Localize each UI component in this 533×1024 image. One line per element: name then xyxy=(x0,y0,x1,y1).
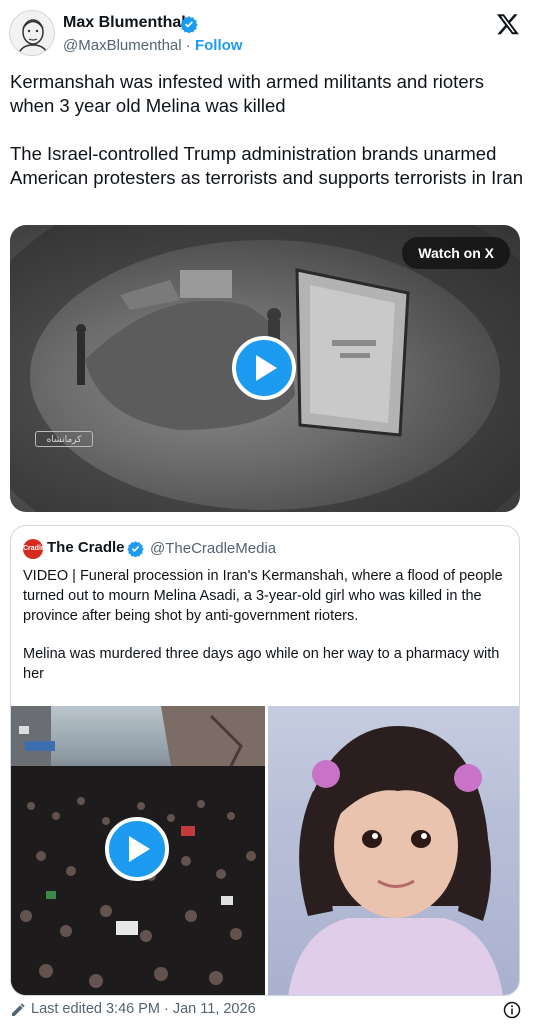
x-logo-icon[interactable] xyxy=(496,12,520,36)
author-name[interactable]: Max Blumenthal xyxy=(63,14,186,32)
pencil-icon xyxy=(12,1003,25,1016)
follow-button[interactable]: Follow xyxy=(195,37,243,54)
handle-line: @MaxBlumenthal · Follow xyxy=(63,37,242,54)
last-edited-timestamp[interactable]: Last edited 3:46 PM · Jan 11, 2026 xyxy=(31,1001,256,1017)
author-handle[interactable]: @MaxBlumenthal xyxy=(63,37,182,54)
quote-media-child-photo[interactable] xyxy=(268,706,519,995)
info-icon[interactable] xyxy=(503,1001,521,1019)
quote-avatar[interactable]: Cradle xyxy=(23,539,45,559)
tweet-header: Max Blumenthal @MaxBlumenthal · Follow xyxy=(0,0,533,64)
verified-badge-icon xyxy=(127,541,144,557)
quote-author-handle[interactable]: @TheCradleMedia xyxy=(150,540,276,557)
video-watermark: کرمانشاه xyxy=(35,431,93,447)
tweet-text-paragraph-2: The Israel-controlled Trump administrati… xyxy=(10,143,524,188)
watch-on-x-button[interactable]: Watch on X xyxy=(402,237,510,269)
child-portrait xyxy=(288,726,503,995)
quote-author-name[interactable]: The Cradle xyxy=(47,539,125,556)
handle-separator: · xyxy=(185,37,191,54)
play-icon[interactable] xyxy=(232,336,296,400)
tweet-footer: Last edited 3:46 PM · Jan 11, 2026 xyxy=(10,999,523,1021)
quoted-tweet[interactable]: Cradle The Cradle @TheCradleMedia VIDEO … xyxy=(10,525,520,996)
quote-text-paragraph-1: VIDEO | Funeral procession in Iran's Ker… xyxy=(23,568,503,624)
quote-media-crowd-video[interactable] xyxy=(11,706,265,995)
video-player[interactable]: Watch on X کرمانشاه xyxy=(10,225,520,512)
verified-badge-icon xyxy=(180,16,198,33)
play-icon[interactable] xyxy=(105,817,169,881)
quote-text-paragraph-2: Melina was murdered three days ago while… xyxy=(23,646,500,682)
tweet-text-paragraph-1: Kermanshah was infested with armed milit… xyxy=(10,71,485,116)
avatar[interactable] xyxy=(9,10,55,56)
